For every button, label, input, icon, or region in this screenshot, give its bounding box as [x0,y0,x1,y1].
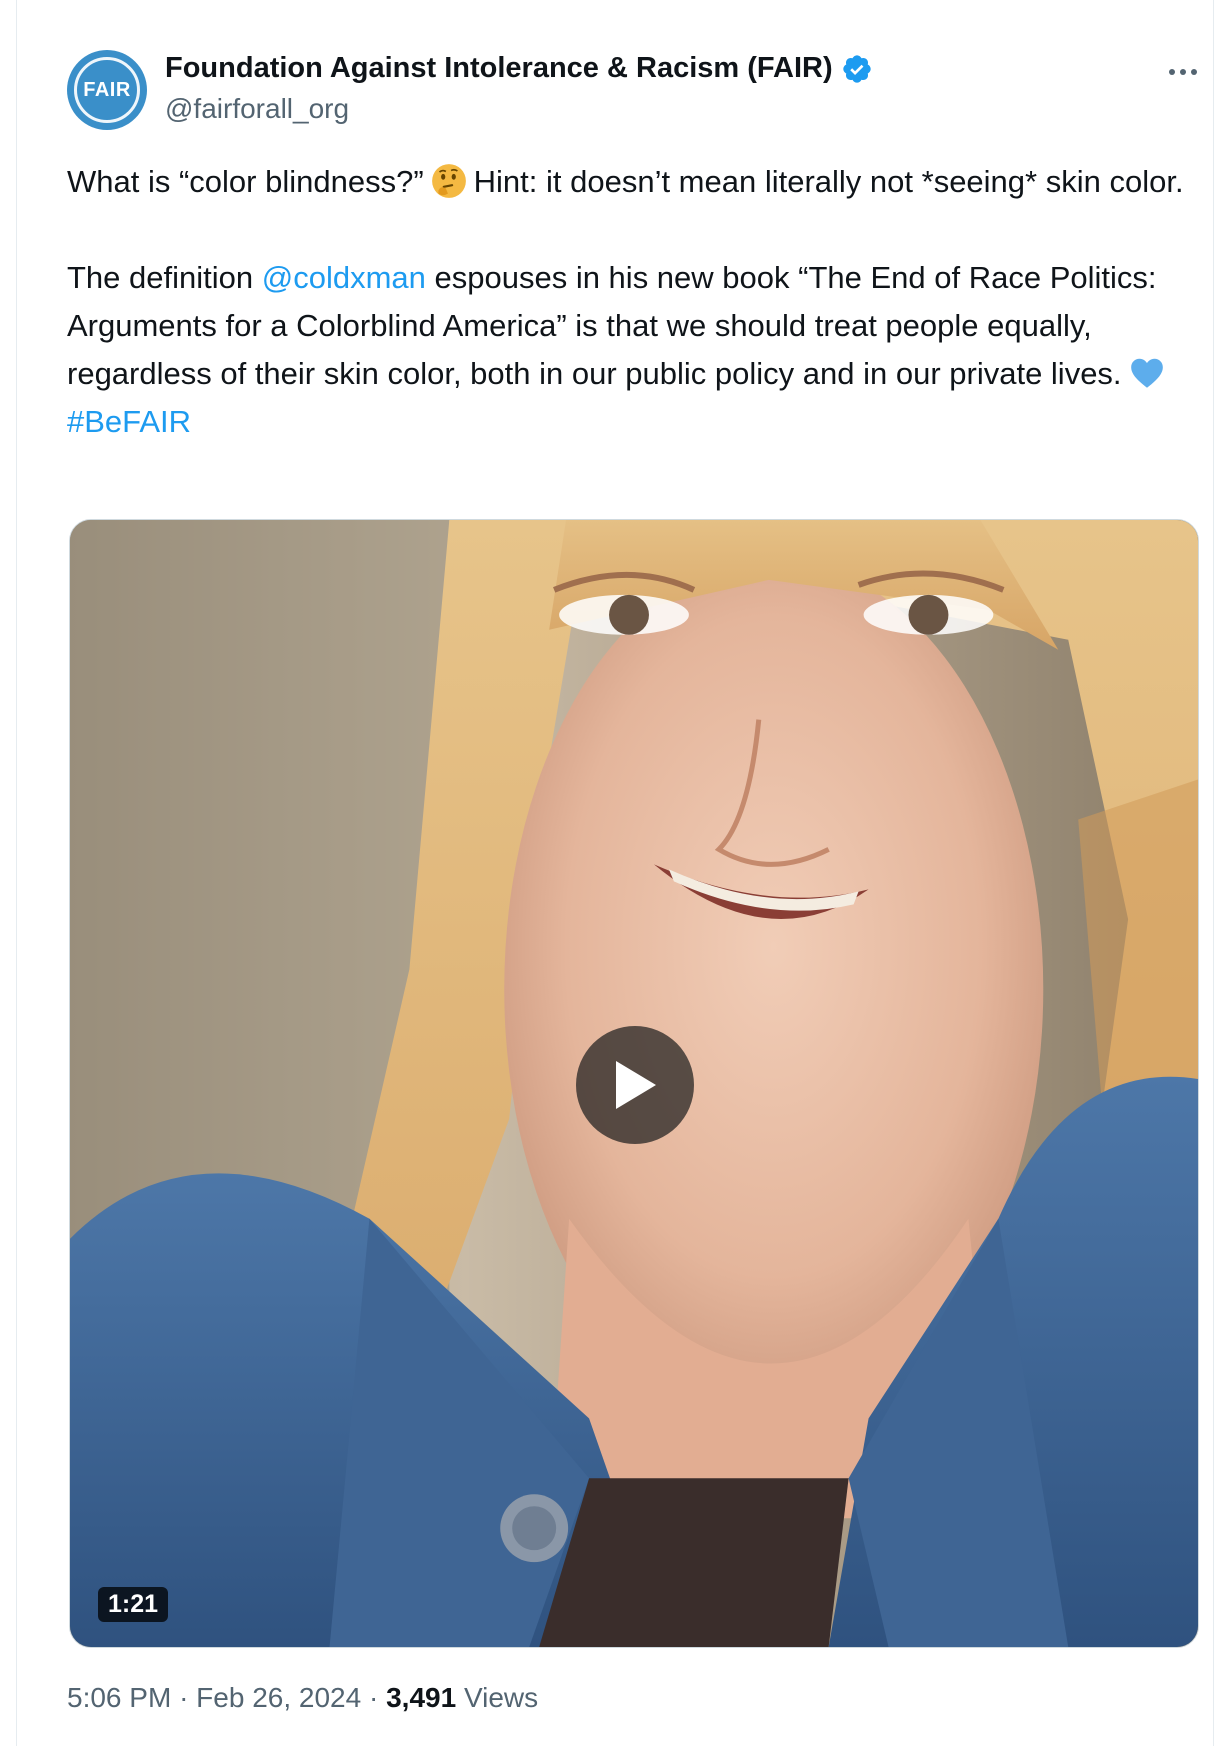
tweet-text-segment: What is “color blindness?” [67,164,424,199]
play-icon [616,1061,656,1109]
thinking-face-emoji-icon [431,164,466,198]
post-time[interactable]: 5:06 PM [67,1682,171,1713]
post-date[interactable]: Feb 26, 2024 [196,1682,361,1713]
blue-heart-emoji-icon [1130,358,1163,388]
meta-separator: · [179,1682,189,1713]
more-options-button[interactable] [1161,54,1205,90]
tweet-paragraph-2: The definition @coldxman espouses in his… [67,254,1207,446]
tweet-paragraph-1: What is “color blindness?” Hint: it does… [67,158,1207,206]
tweet-text-segment: The definition [67,260,262,295]
video-player[interactable]: 1:21 [69,519,1199,1648]
views-label: Views [463,1682,539,1713]
verified-badge-icon [842,54,871,83]
tweet-card: FAIR Foundation Against Intolerance & Ra… [16,0,1214,1746]
tweet-meta: 5:06 PM · Feb 26, 2024 · 3,491 Views [67,1682,538,1714]
author-name-row: Foundation Against Intolerance & Racism … [165,52,873,85]
author-display-name[interactable]: Foundation Against Intolerance & Racism … [165,52,833,85]
mention-link[interactable]: @coldxman [262,260,426,295]
video-duration-badge: 1:21 [98,1587,169,1622]
hashtag-link[interactable]: #BeFAIR [67,404,191,439]
avatar[interactable]: FAIR [67,50,147,130]
avatar-logo-text: FAIR [83,78,131,101]
more-dot-icon [1180,69,1186,75]
avatar-ring: FAIR [74,57,140,123]
more-dot-icon [1191,69,1197,75]
more-dot-icon [1169,69,1175,75]
play-button[interactable] [576,1026,694,1144]
tweet-text: What is “color blindness?” Hint: it does… [67,158,1207,446]
meta-separator: · [368,1682,379,1713]
author-handle[interactable]: @fairforall_org [165,93,349,125]
views-count: 3,491 [386,1682,457,1713]
tweet-text-segment: Hint: it doesn’t mean literally not *see… [473,164,1184,199]
